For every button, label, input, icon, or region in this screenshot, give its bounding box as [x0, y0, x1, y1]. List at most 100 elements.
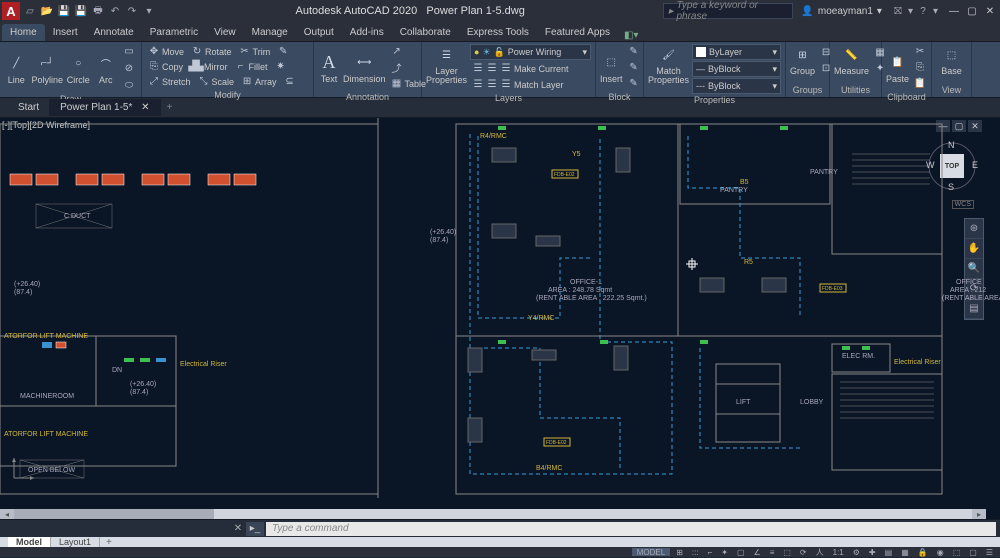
polyline-button[interactable]: ⌐┘Polyline	[31, 53, 63, 85]
annomon-icon[interactable]: ✚	[866, 548, 879, 556]
lineweight-icon[interactable]: ≡	[767, 548, 778, 556]
scroll-track[interactable]	[14, 509, 972, 519]
tab-home[interactable]: Home	[2, 24, 45, 41]
tab-start[interactable]: Start	[8, 99, 50, 116]
ribbon-expand-icon[interactable]: ◧▾	[624, 30, 638, 41]
polar-icon[interactable]: ✦	[718, 548, 731, 556]
help-icon[interactable]: ?	[915, 6, 931, 17]
linetype-dropdown[interactable]: ---ByBlock▾	[692, 78, 781, 94]
annoscale-icon[interactable]: 人	[813, 548, 827, 556]
panel-label[interactable]: Groups	[790, 84, 825, 95]
stretch-button[interactable]: ⤢Stretch	[146, 74, 193, 89]
ortho-icon[interactable]: ⌐	[705, 548, 716, 556]
ellipse-icon[interactable]: ⬭	[121, 78, 137, 93]
move-button[interactable]: ✥Move	[146, 44, 186, 59]
lineweight-dropdown[interactable]: —ByBlock▾	[692, 61, 781, 77]
paste-button[interactable]: 📋Paste	[886, 52, 909, 84]
osnap-icon[interactable]: ▢	[734, 548, 748, 556]
isolate-icon[interactable]: ◉	[934, 548, 947, 556]
minimize-button[interactable]: —	[946, 4, 962, 18]
paste2-icon[interactable]: 📋	[912, 76, 928, 91]
array-button[interactable]: ⊞Array	[239, 74, 279, 89]
scroll-thumb[interactable]	[14, 509, 214, 519]
text-button[interactable]: AText	[318, 52, 340, 84]
new-icon[interactable]: ▱	[22, 3, 38, 19]
layer-properties-button[interactable]: ☰Layer Properties	[426, 44, 467, 85]
command-input[interactable]: Type a command	[266, 522, 996, 536]
open-icon[interactable]: 📂	[39, 3, 55, 19]
app-logo[interactable]: A	[2, 2, 20, 20]
cut-icon[interactable]: ✂	[912, 44, 928, 59]
tab-file[interactable]: Power Plan 1-5* ✕	[50, 99, 160, 116]
panel-label[interactable]: Block	[600, 91, 639, 102]
scroll-right-icon[interactable]: ▸	[972, 509, 986, 519]
drawing-canvas[interactable]: [-][Top][2D Wireframe] — ▢ ✕ TOP N S E W…	[0, 118, 1000, 519]
scale-button[interactable]: ⤡Scale	[196, 74, 237, 89]
user-menu[interactable]: 👤 moeayman1 ▾	[801, 6, 882, 17]
match-layer-button[interactable]: ☰☰☰Match Layer	[470, 77, 591, 92]
snap-icon[interactable]: :::	[689, 548, 702, 556]
tab-featured[interactable]: Featured Apps	[537, 24, 618, 41]
customize-icon[interactable]: ☰	[983, 548, 996, 556]
clean-icon[interactable]: ▢	[966, 548, 980, 556]
panel-label[interactable]: Modify	[146, 89, 309, 100]
tab-model[interactable]: Model	[8, 537, 51, 547]
match-props-button[interactable]: 🖌Match Properties	[648, 44, 689, 85]
group-button[interactable]: ⊞Group	[790, 44, 815, 76]
panel-label[interactable]: Layers	[426, 92, 591, 103]
qat-more-icon[interactable]: ▾	[141, 3, 157, 19]
cmd-close-icon[interactable]: ✕	[230, 523, 246, 534]
panel-label[interactable]: Annotation	[318, 91, 417, 102]
chevron-down-icon[interactable]: ▾	[933, 6, 938, 17]
copy-button[interactable]: ⎘Copy	[146, 59, 185, 74]
hatch-icon[interactable]: ⊘	[121, 61, 137, 76]
units-icon[interactable]: ▤	[882, 548, 896, 556]
panel-label[interactable]: Utilities	[834, 84, 877, 95]
close-button[interactable]: ✕	[982, 4, 998, 18]
trim-button[interactable]: ✂Trim	[237, 44, 273, 59]
rect-icon[interactable]: ▭	[121, 44, 137, 59]
grid-icon[interactable]: ⊞	[673, 548, 686, 556]
save-icon[interactable]: 💾	[56, 3, 72, 19]
base-button[interactable]: ⬚Base	[936, 44, 967, 76]
horizontal-scrollbar[interactable]: ◂ ▸	[0, 509, 986, 519]
maximize-button[interactable]: ▢	[964, 4, 980, 18]
dimension-button[interactable]: ⟷Dimension	[343, 52, 386, 84]
circle-button[interactable]: ○Circle	[66, 53, 90, 85]
close-icon[interactable]: ✕	[141, 102, 149, 113]
tab-addins[interactable]: Add-ins	[342, 24, 392, 41]
panel-label[interactable]: View	[936, 84, 967, 95]
tab-parametric[interactable]: Parametric	[142, 24, 206, 41]
insert-button[interactable]: ⬚Insert	[600, 52, 623, 84]
attr-icon[interactable]: ✎	[626, 76, 642, 91]
arc-button[interactable]: ⌒Arc	[94, 53, 118, 85]
erase-icon[interactable]: ✎	[275, 44, 291, 59]
status-model[interactable]: MODEL	[632, 548, 670, 556]
workspace-icon[interactable]: ⚙	[850, 548, 863, 556]
add-layout-button[interactable]: +	[100, 537, 118, 548]
tab-manage[interactable]: Manage	[244, 24, 296, 41]
help-search[interactable]: ▸ Type a keyword or phrase	[663, 3, 793, 19]
fillet-button[interactable]: ⌐Fillet	[233, 59, 270, 74]
scale-display[interactable]: 1:1	[830, 548, 847, 556]
rotate-button[interactable]: ↻Rotate	[189, 44, 234, 59]
tab-annotate[interactable]: Annotate	[86, 24, 142, 41]
panel-label[interactable]: Properties	[648, 94, 781, 105]
tab-output[interactable]: Output	[296, 24, 342, 41]
make-current-button[interactable]: ☰☰☰Make Current	[470, 61, 591, 76]
color-dropdown[interactable]: ByLayer▾	[692, 44, 781, 60]
measure-button[interactable]: 📏Measure	[834, 44, 869, 76]
undo-icon[interactable]: ↶	[107, 3, 123, 19]
chevron-down-icon[interactable]: ▾	[908, 6, 913, 17]
offset-icon[interactable]: ⊆	[282, 74, 298, 89]
tab-express[interactable]: Express Tools	[459, 24, 537, 41]
hardware-icon[interactable]: ⬚	[950, 548, 964, 556]
explode-icon[interactable]: ✷	[273, 59, 289, 74]
cmd-prompt-icon[interactable]: ▸_	[246, 522, 264, 536]
tab-layout1[interactable]: Layout1	[51, 537, 100, 547]
layer-dropdown[interactable]: ● ☀ 🔓 Power Wiring ▾	[470, 44, 591, 60]
otrack-icon[interactable]: ∠	[751, 548, 764, 556]
quickprops-icon[interactable]: ▦	[898, 548, 912, 556]
edit-icon[interactable]: ✎	[626, 60, 642, 75]
line-button[interactable]: ╱Line	[4, 53, 28, 85]
